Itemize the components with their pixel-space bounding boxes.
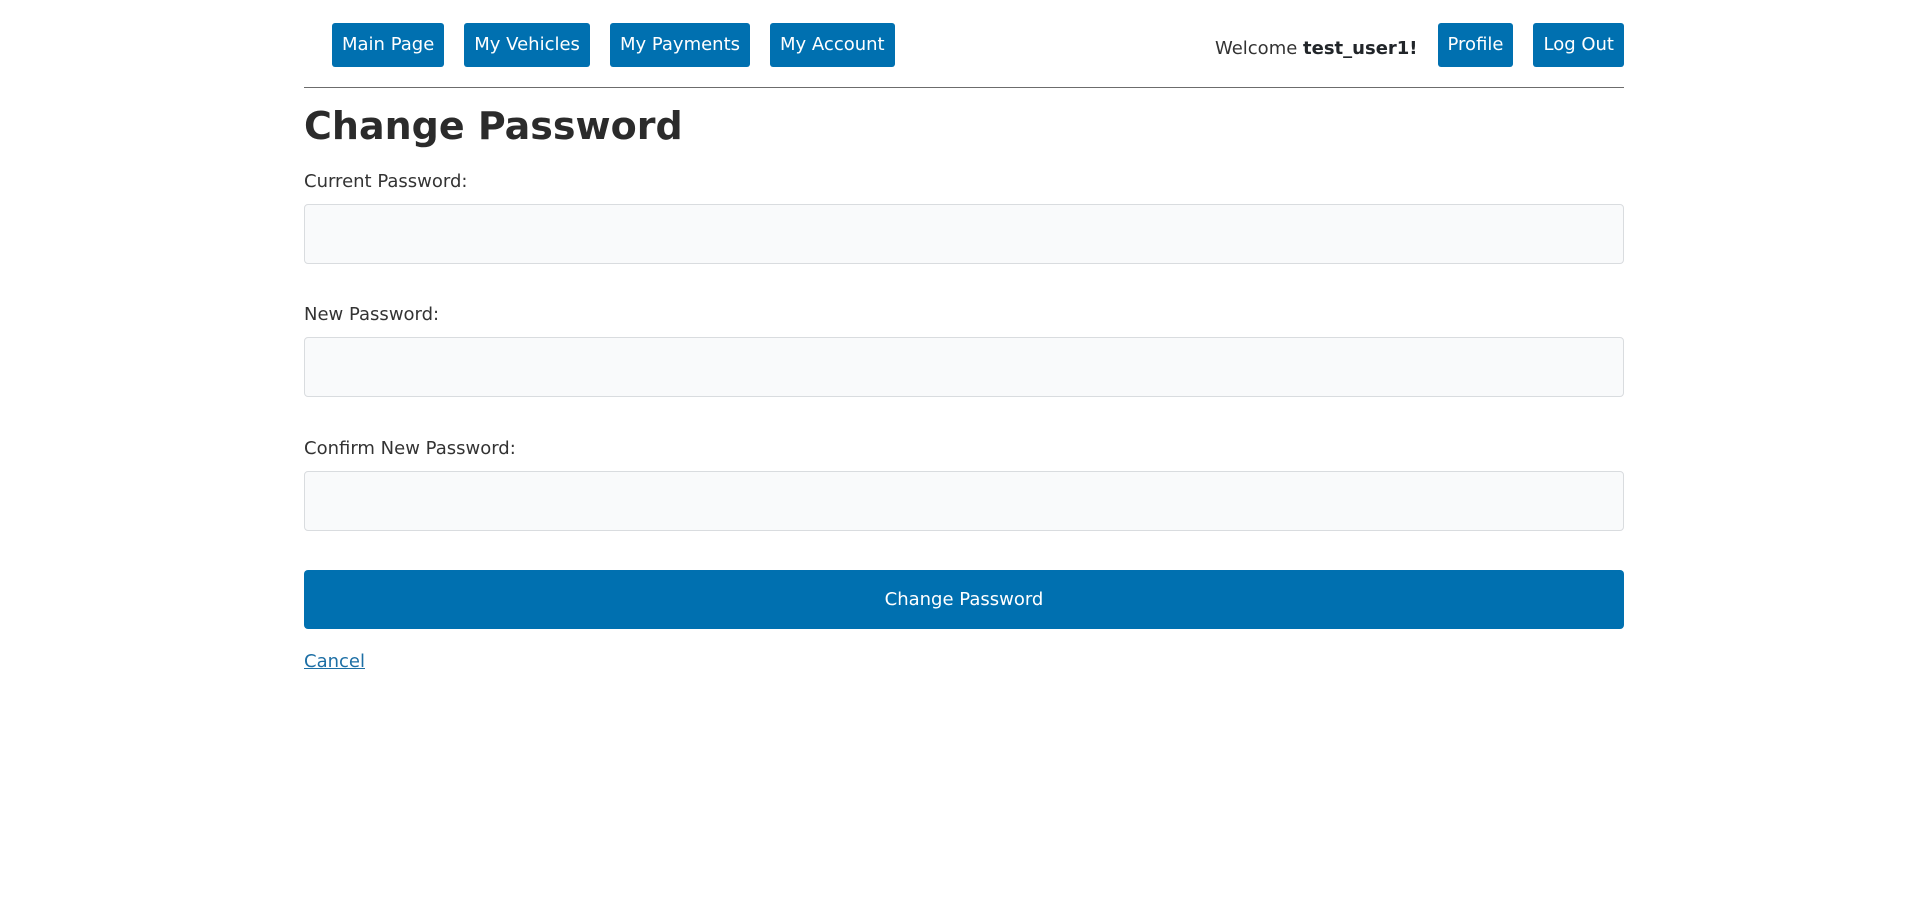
welcome-message: Welcome test_user1! (1215, 38, 1418, 59)
change-password-button[interactable]: Change Password (304, 570, 1624, 629)
username: test_user1! (1303, 37, 1418, 59)
my-payments-button[interactable]: My Payments (609, 23, 751, 67)
main-page-button[interactable]: Main Page (332, 23, 445, 67)
my-vehicles-button[interactable]: My Vehicles (464, 23, 590, 67)
confirm-password-label: Confirm New Password: (304, 438, 516, 459)
profile-button[interactable]: Profile (1437, 23, 1514, 67)
top-navigation-bar: Main Page My Vehicles My Payments My Acc… (304, 0, 1624, 88)
page-title: Change Password (304, 104, 683, 148)
page-container: Main Page My Vehicles My Payments My Acc… (304, 0, 1624, 672)
my-account-button[interactable]: My Account (770, 23, 895, 67)
new-password-input[interactable] (304, 337, 1624, 397)
log-out-button[interactable]: Log Out (1533, 23, 1624, 67)
welcome-prefix: Welcome (1214, 37, 1304, 59)
user-nav: Welcome test_user1! Profile Log Out (1215, 23, 1624, 67)
main-nav: Main Page My Vehicles My Payments My Acc… (332, 23, 895, 67)
new-password-label: New Password: (304, 304, 440, 325)
cancel-link[interactable]: Cancel (304, 651, 365, 672)
confirm-password-input[interactable] (304, 471, 1624, 531)
current-password-input[interactable] (304, 204, 1624, 264)
current-password-label: Current Password: (304, 171, 468, 192)
